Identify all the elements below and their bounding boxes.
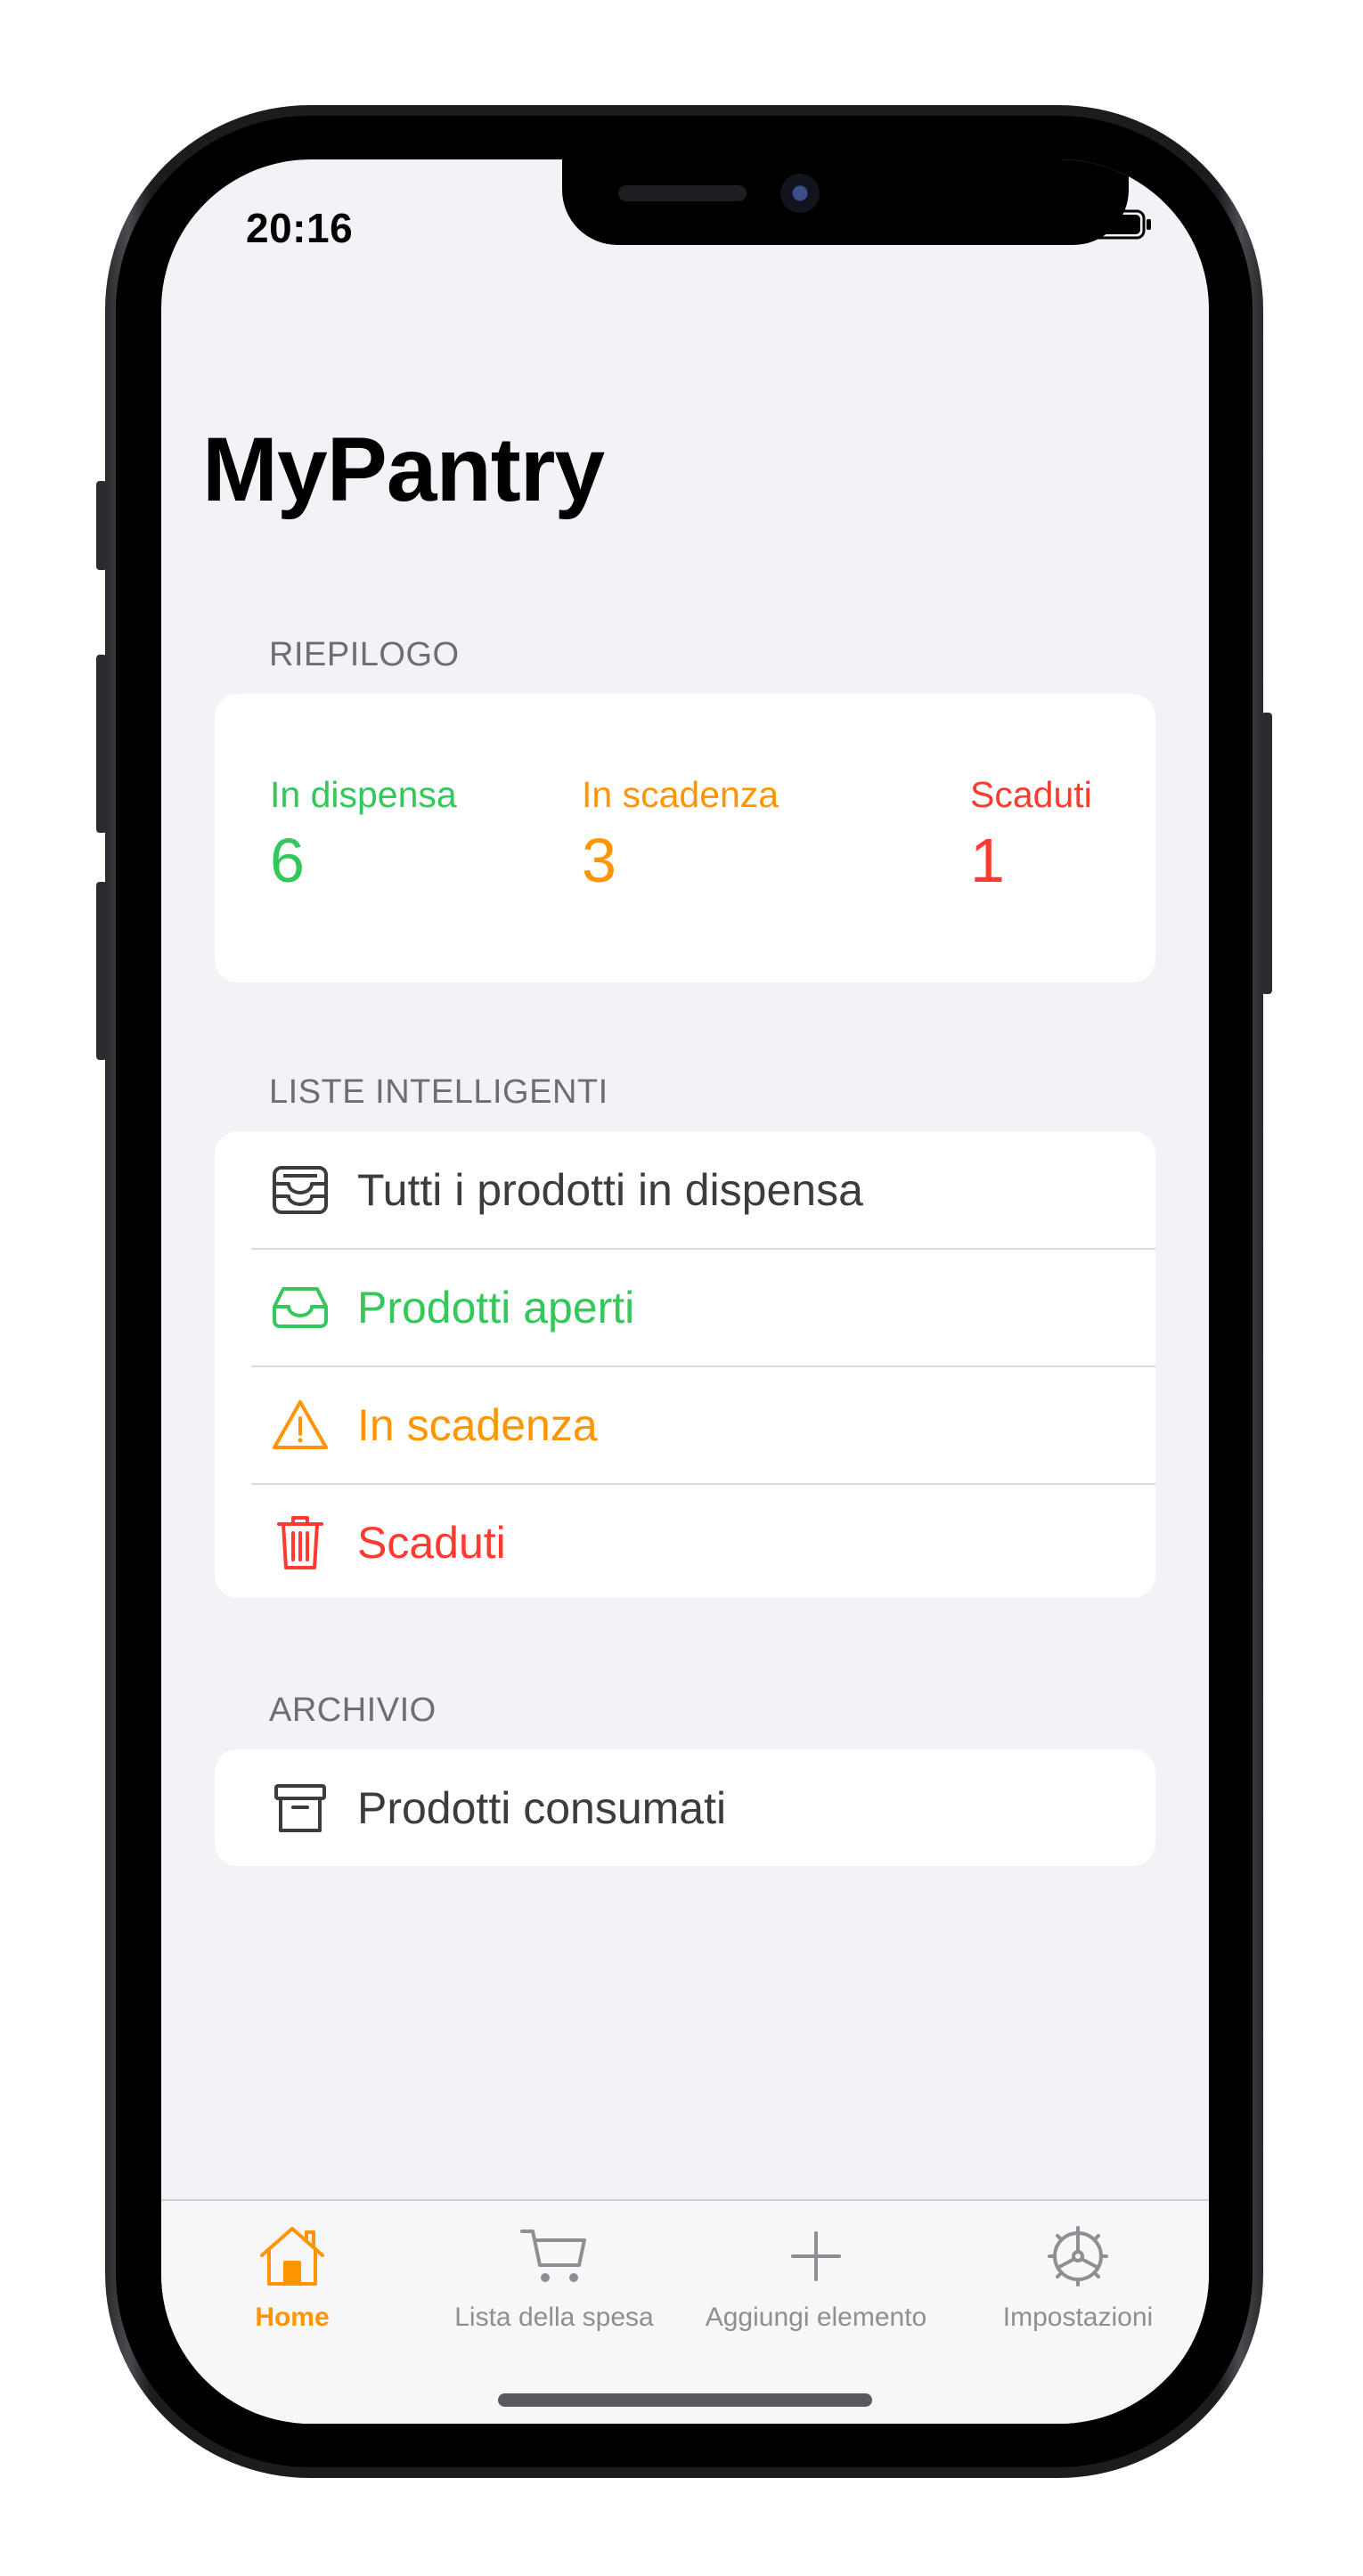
- house-icon: [161, 2222, 423, 2290]
- list-item-expired[interactable]: Scaduti: [215, 1484, 1155, 1601]
- summary-label: In dispensa: [270, 774, 457, 815]
- screen: 20:16 MyPantry RIEPILOGO In dispensa 6 I…: [161, 159, 1209, 2424]
- tab-label: Home: [255, 2303, 330, 2332]
- list-item-consumed-products[interactable]: Prodotti consumati: [215, 1749, 1155, 1866]
- cart-icon: [423, 2222, 685, 2290]
- tab-label: Aggiungi elemento: [705, 2303, 927, 2332]
- summary-card: In dispensa 6 In scadenza 3 Scaduti 1: [215, 694, 1155, 982]
- list-item-expiring[interactable]: In scadenza: [215, 1366, 1155, 1483]
- tab-add-item[interactable]: Aggiungi elemento: [685, 2222, 947, 2333]
- tab-home[interactable]: Home: [161, 2222, 423, 2333]
- list-item-label: Prodotti aperti: [357, 1282, 635, 1333]
- speaker: [618, 185, 747, 201]
- volume-up-button: [96, 655, 107, 833]
- archive-card: Prodotti consumati: [215, 1749, 1155, 1866]
- mute-switch: [96, 481, 107, 570]
- gear-icon: [947, 2222, 1209, 2290]
- warning-icon: [270, 1395, 331, 1455]
- plus-icon: [685, 2222, 947, 2290]
- notch: [562, 159, 1129, 245]
- tab-bar: Home Lista della spesa Aggiungi elemento: [161, 2199, 1209, 2424]
- summary-expiring[interactable]: In scadenza 3: [582, 774, 779, 896]
- trash-icon: [270, 1512, 331, 1573]
- tray-icon: [270, 1277, 331, 1338]
- list-item-all-products[interactable]: Tutti i prodotti in dispensa: [215, 1131, 1155, 1248]
- list-item-opened-products[interactable]: Prodotti aperti: [215, 1249, 1155, 1365]
- summary-value: 6: [270, 826, 305, 895]
- list-item-label: Tutti i prodotti in dispensa: [357, 1164, 863, 1215]
- smart-lists-card: Tutti i prodotti in dispensa Prodotti ap…: [215, 1131, 1155, 1598]
- volume-down-button: [96, 882, 107, 1060]
- power-button: [1261, 713, 1272, 994]
- tab-settings[interactable]: Impostazioni: [947, 2222, 1209, 2333]
- summary-value: 3: [582, 826, 616, 895]
- archive-box-icon: [270, 1778, 331, 1838]
- section-header-smart-lists: LISTE INTELLIGENTI: [269, 1073, 608, 1111]
- list-item-label: Scaduti: [357, 1517, 506, 1568]
- tab-label: Impostazioni: [1002, 2303, 1154, 2332]
- section-header-archive: ARCHIVIO: [269, 1692, 437, 1729]
- tab-label: Lista della spesa: [454, 2303, 654, 2332]
- summary-in-pantry[interactable]: In dispensa 6: [270, 774, 457, 896]
- page-title: MyPantry: [202, 419, 605, 520]
- camera: [780, 174, 820, 213]
- summary-label: Scaduti: [970, 774, 1092, 815]
- status-time: 20:16: [246, 205, 354, 251]
- home-indicator[interactable]: [498, 2393, 872, 2407]
- section-header-summary: RIEPILOGO: [269, 636, 460, 673]
- summary-label: In scadenza: [582, 774, 779, 815]
- list-item-label: Prodotti consumati: [357, 1782, 727, 1833]
- summary-value: 1: [970, 826, 1005, 895]
- tab-shopping-list[interactable]: Lista della spesa: [423, 2222, 685, 2333]
- tray-full-icon: [270, 1160, 331, 1220]
- summary-expired[interactable]: Scaduti 1: [970, 774, 1092, 896]
- list-item-label: In scadenza: [357, 1399, 598, 1450]
